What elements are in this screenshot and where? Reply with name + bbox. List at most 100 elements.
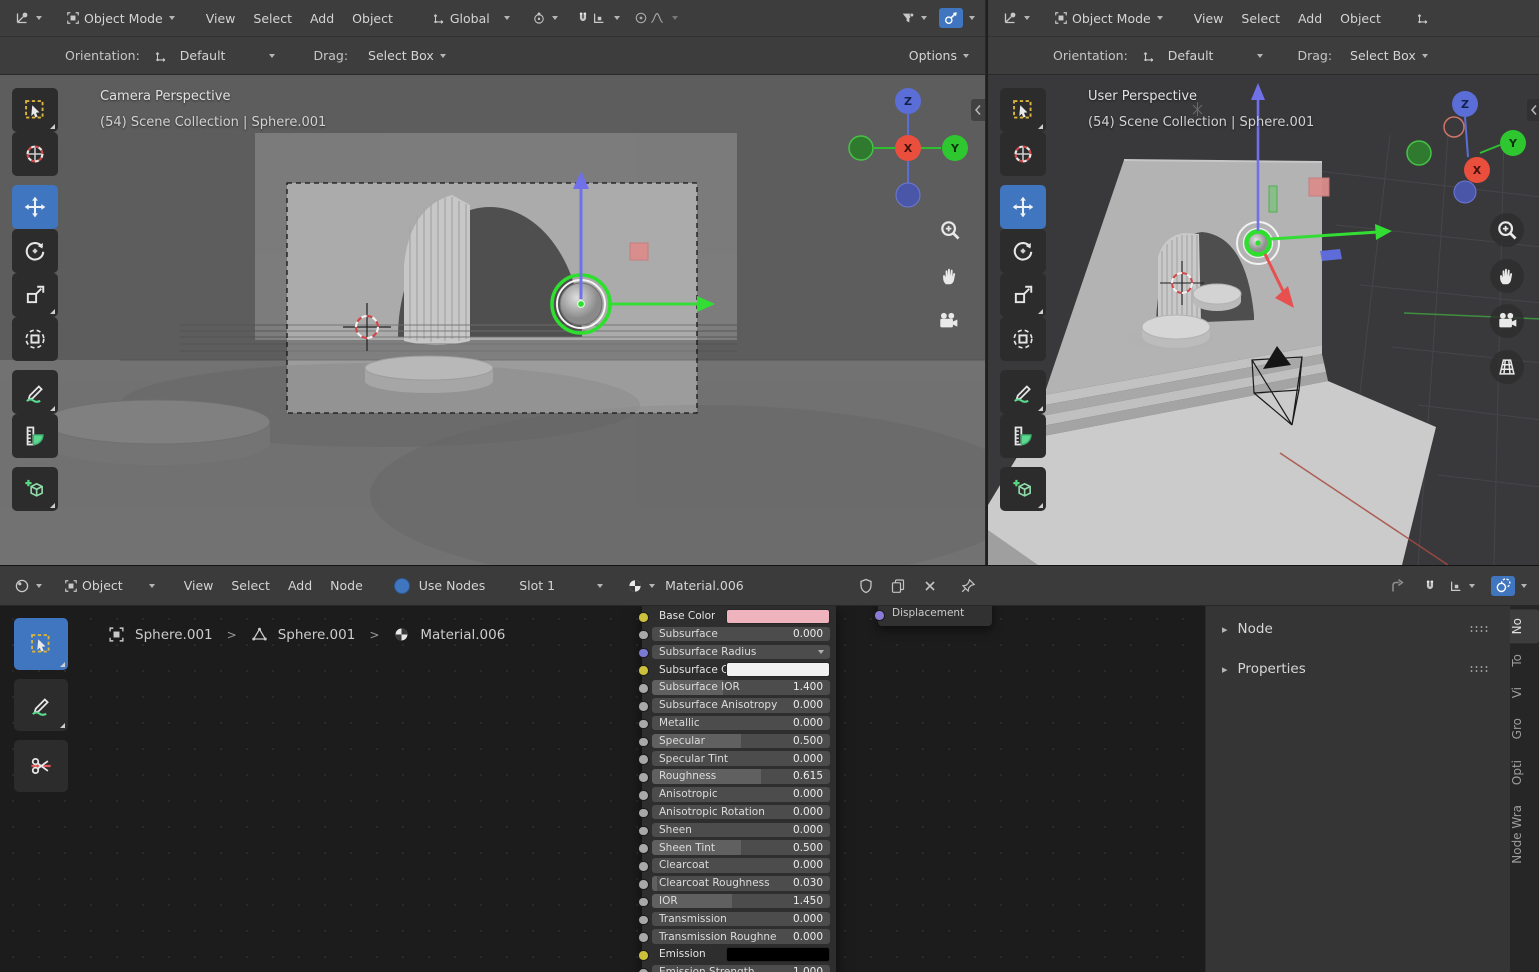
area-light[interactable]	[629, 242, 649, 261]
node-socket-row[interactable]: Sheen 0.000	[638, 822, 830, 838]
nav-axis-neg-z[interactable]	[895, 182, 921, 208]
zoom-button[interactable]	[933, 213, 967, 247]
tool-move[interactable]	[12, 185, 58, 229]
tool-annotate[interactable]	[1000, 370, 1046, 414]
breadcrumb-material[interactable]: Material.006	[420, 627, 505, 643]
color-swatch[interactable]	[726, 662, 830, 677]
node-socket-row[interactable]: Roughness 0.615	[638, 769, 830, 784]
node-socket-row[interactable]: Emission Strength 1.000	[638, 965, 830, 972]
menu-add[interactable]: Add	[1289, 11, 1331, 26]
tool-cut-links[interactable]	[14, 740, 68, 792]
drag-dropdown[interactable]: Select Box	[1346, 46, 1432, 65]
slot-dropdown[interactable]: Slot 1	[515, 576, 607, 595]
tool-move[interactable]	[1000, 185, 1046, 229]
show-gizmo-button[interactable]	[939, 8, 963, 28]
camera-view-button[interactable]	[931, 304, 965, 338]
sidebar-tab-opti[interactable]: Opti	[1510, 751, 1539, 794]
menu-select[interactable]: Select	[1232, 11, 1289, 26]
fake-user-button[interactable]	[854, 576, 878, 596]
material-output-node[interactable]: Displacement	[874, 606, 992, 626]
camera-view-button[interactable]	[1490, 304, 1524, 338]
snap-to-icon[interactable]	[592, 11, 606, 25]
go-parent-node-tree-button[interactable]	[1385, 576, 1409, 596]
overlays-dropdown-chevron[interactable]	[1521, 583, 1527, 588]
node-socket-row[interactable]: Subsurface IOR 1.400	[638, 680, 830, 695]
node-socket-row[interactable]: Metallic 0.000	[638, 715, 830, 731]
unlink-material-button[interactable]	[918, 576, 942, 596]
node-socket-row[interactable]: Specular 0.500	[638, 733, 830, 749]
viewport-right-canvas[interactable]: Z Y X User Perspective (54) Scene Collec…	[988, 75, 1539, 565]
orientation-dropdown[interactable]: Default	[1164, 46, 1268, 65]
tool-measure[interactable]	[12, 414, 58, 458]
panel-grip-icon[interactable]	[1469, 624, 1489, 634]
node-socket-icon[interactable]	[638, 736, 649, 748]
use-nodes-toggle[interactable]: Use Nodes	[393, 577, 485, 594]
node-socket-icon[interactable]	[638, 861, 649, 872]
node-socket-row[interactable]: Subsurface 0.000	[638, 626, 830, 642]
node-socket-icon[interactable]	[638, 807, 649, 819]
panel-section-properties[interactable]: ▸ Properties	[1206, 652, 1511, 686]
tool-cursor[interactable]	[1000, 132, 1046, 176]
light-bar[interactable]	[1268, 185, 1278, 213]
tool-scale[interactable]	[1000, 273, 1046, 317]
magnet-icon[interactable]	[576, 11, 590, 25]
duplicate-material-button[interactable]	[886, 576, 910, 596]
menu-object[interactable]: Object	[1331, 11, 1390, 26]
node-socket-row[interactable]: Subsurface Radius	[638, 644, 830, 660]
transform-orientation[interactable]	[1412, 9, 1434, 27]
displacement-socket[interactable]	[874, 610, 885, 621]
node-socket-row[interactable]: Specular Tint 0.000	[638, 751, 830, 766]
curtain[interactable]	[1158, 233, 1201, 322]
tool-select-box[interactable]	[14, 618, 68, 670]
panel-section-node[interactable]: ▸ Node	[1206, 612, 1511, 646]
node-socket-row[interactable]: Clearcoat Roughness 0.030	[638, 876, 830, 891]
editor-type-button[interactable]	[10, 8, 46, 28]
tool-select-box[interactable]	[1000, 88, 1046, 132]
menu-view[interactable]: View	[175, 578, 223, 593]
color-swatch[interactable]	[726, 947, 830, 962]
orthographic-toggle-button[interactable]	[1490, 350, 1524, 384]
node-socket-icon[interactable]	[638, 683, 649, 694]
gizmo-dropdown-chevron[interactable]	[969, 16, 975, 20]
node-socket-icon[interactable]	[638, 932, 649, 943]
node-socket-icon[interactable]	[638, 825, 649, 837]
node-socket-row[interactable]: Transmission 0.000	[638, 911, 830, 927]
disc-platform-b[interactable]	[1192, 283, 1242, 311]
proportional-icon[interactable]	[634, 11, 648, 25]
sidebar-tab-no[interactable]: No	[1510, 609, 1539, 644]
sidebar-tab-to[interactable]: To	[1510, 645, 1539, 676]
pin-button[interactable]	[956, 576, 980, 596]
node-socket-icon[interactable]	[638, 612, 649, 623]
node-socket-row[interactable]: Emission	[638, 947, 830, 962]
sidebar-tab-node-wra[interactable]: Node Wra	[1510, 796, 1539, 873]
node-socket-icon[interactable]	[638, 914, 649, 926]
node-socket-icon[interactable]	[638, 879, 649, 890]
color-swatch[interactable]	[726, 609, 830, 624]
sidebar-tab-vi[interactable]: Vi	[1510, 678, 1539, 707]
tool-rotate[interactable]	[12, 229, 58, 273]
options-dropdown[interactable]: Options	[905, 46, 973, 65]
node-socket-icon[interactable]	[638, 772, 649, 783]
drag-dropdown[interactable]: Select Box	[364, 46, 450, 65]
mode-selector[interactable]: Object Mode	[1050, 9, 1167, 28]
node-socket-icon[interactable]	[638, 718, 649, 730]
menu-view[interactable]: View	[1185, 11, 1233, 26]
menu-select[interactable]: Select	[244, 11, 301, 26]
node-socket-icon[interactable]	[638, 790, 649, 801]
node-canvas[interactable]: Sphere.001 > Sphere.001 > Material.006 B…	[0, 606, 1539, 972]
menu-add[interactable]: Add	[301, 11, 343, 26]
use-nodes-checkbox[interactable]	[393, 577, 410, 594]
menu-view[interactable]: View	[197, 11, 245, 26]
nav-axis-neg-y[interactable]	[1406, 140, 1432, 166]
orientation-dropdown[interactable]: Default	[176, 46, 280, 65]
tool-annotate[interactable]	[14, 679, 68, 731]
node-socket-row[interactable]: Transmission Roughness 0.000	[638, 929, 830, 944]
node-socket-icon[interactable]	[638, 629, 649, 641]
pan-button[interactable]	[933, 259, 967, 293]
menu-select[interactable]: Select	[222, 578, 279, 593]
pivot-point-button[interactable]	[528, 9, 562, 27]
editor-type-button[interactable]	[998, 8, 1034, 28]
node-socket-icon[interactable]	[638, 665, 649, 676]
node-socket-row[interactable]: Base Color	[638, 609, 830, 624]
tool-cursor[interactable]	[12, 132, 58, 176]
